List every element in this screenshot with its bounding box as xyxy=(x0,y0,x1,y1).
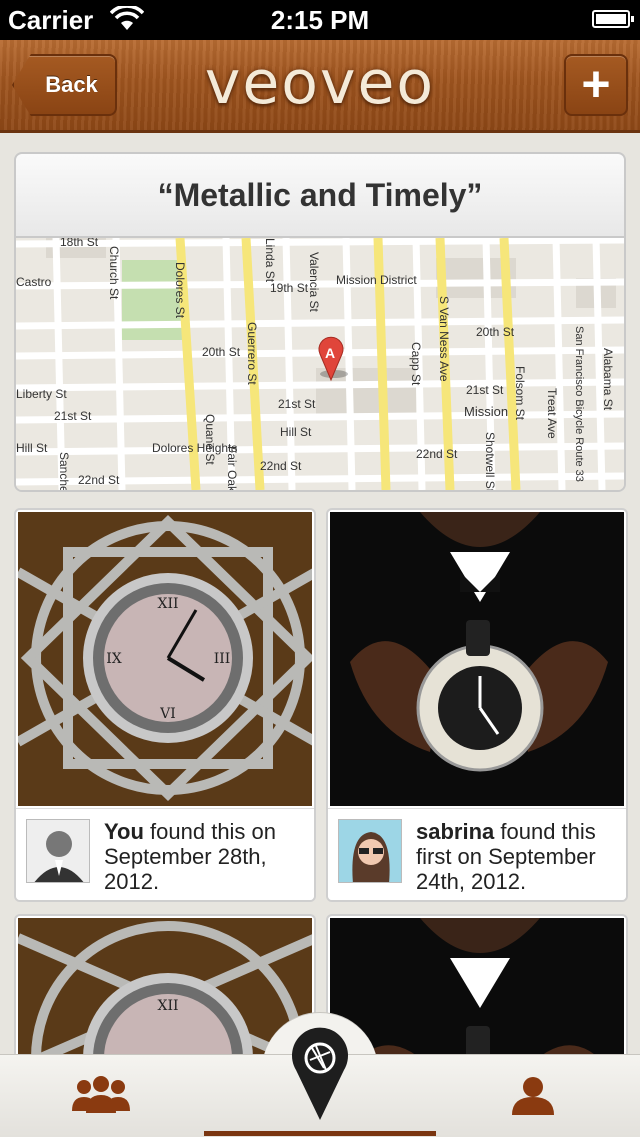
map-label: Capp St xyxy=(409,342,423,386)
add-button[interactable]: + xyxy=(564,54,628,116)
map-label: Alabama St xyxy=(601,348,615,411)
user-avatar[interactable] xyxy=(26,819,90,883)
map-label: 21st St xyxy=(54,409,92,423)
user-avatar[interactable] xyxy=(338,819,402,883)
map-label: San Francisco Bicycle Route 33 xyxy=(573,326,585,482)
map-label: Dolores St xyxy=(173,262,187,319)
challenge-title: “Metallic and Timely” xyxy=(14,152,626,238)
clock-photo: XII VI IX III xyxy=(18,512,312,806)
map-label: Valencia St xyxy=(307,252,321,312)
map-label: Liberty St xyxy=(16,387,67,401)
map-label: 21st St xyxy=(466,383,504,397)
map-label: 21st St xyxy=(278,397,316,411)
card-caption: You found this on September 28th, 2012. xyxy=(16,808,314,900)
map-label: 22nd St xyxy=(416,447,458,461)
svg-text:XII: XII xyxy=(157,596,178,612)
map-label: 22nd St xyxy=(78,473,120,487)
svg-text:A: A xyxy=(325,345,335,361)
map-label: Dolores Heights xyxy=(152,441,237,455)
navigation-bar: Back veoveo + xyxy=(0,40,640,133)
map-view[interactable]: 18th St Castro Church St Dolores St Guer… xyxy=(14,238,626,492)
map-label: 20th St xyxy=(202,345,241,359)
caption-user[interactable]: You xyxy=(104,819,144,844)
card-caption: sabrina found this first on September 24… xyxy=(328,808,626,900)
map-label: Shotwell St xyxy=(483,432,497,490)
map-label: Church St xyxy=(107,246,121,300)
caption-user[interactable]: sabrina xyxy=(416,819,494,844)
svg-text:XII: XII xyxy=(157,998,178,1014)
map-label: 22nd St xyxy=(260,459,302,473)
camera-pin-icon[interactable] xyxy=(290,1026,350,1122)
map-label: Castro xyxy=(16,275,52,289)
map-label: Treat Ave xyxy=(545,388,559,439)
battery-icon xyxy=(592,10,634,28)
map-label: Hill St xyxy=(16,441,48,455)
map-label: Mission District xyxy=(336,273,417,287)
people-icon[interactable] xyxy=(72,1075,130,1115)
map-label: Hill St xyxy=(280,425,312,439)
map-label: 20th St xyxy=(476,325,515,339)
map-label: S Van Ness Ave xyxy=(437,296,451,382)
caption-text: You found this on September 28th, 2012. xyxy=(104,819,306,894)
map-label: Sanchez xyxy=(57,452,71,490)
map-label: Linda St xyxy=(263,238,277,283)
svg-text:VI: VI xyxy=(159,706,176,722)
found-item-card[interactable]: XII VI IX III You found this on September … xyxy=(14,508,316,902)
map-label: 18th St xyxy=(60,238,99,249)
map-label: Folsom St xyxy=(513,366,527,421)
map-label: Guerrero St xyxy=(245,322,259,385)
map-label: Mission xyxy=(464,404,508,419)
svg-text:III: III xyxy=(214,651,231,667)
map-label: 19th St xyxy=(270,281,309,295)
status-bar: Carrier 2:15 PM xyxy=(0,0,640,40)
caption-text: sabrina found this first on September 24… xyxy=(416,819,618,894)
svg-text:IX: IX xyxy=(106,651,122,667)
app-logo: veoveo xyxy=(204,48,436,118)
clock: 2:15 PM xyxy=(270,5,370,35)
person-icon[interactable] xyxy=(512,1075,554,1117)
map-graphic: 18th St Castro Church St Dolores St Guer… xyxy=(16,238,624,490)
map-label: Quane St xyxy=(203,414,217,465)
tab-active-indicator xyxy=(204,1131,436,1136)
found-item-card[interactable]: sabrina found this first on September 24… xyxy=(326,508,628,902)
clock-necklace-photo xyxy=(330,512,624,806)
